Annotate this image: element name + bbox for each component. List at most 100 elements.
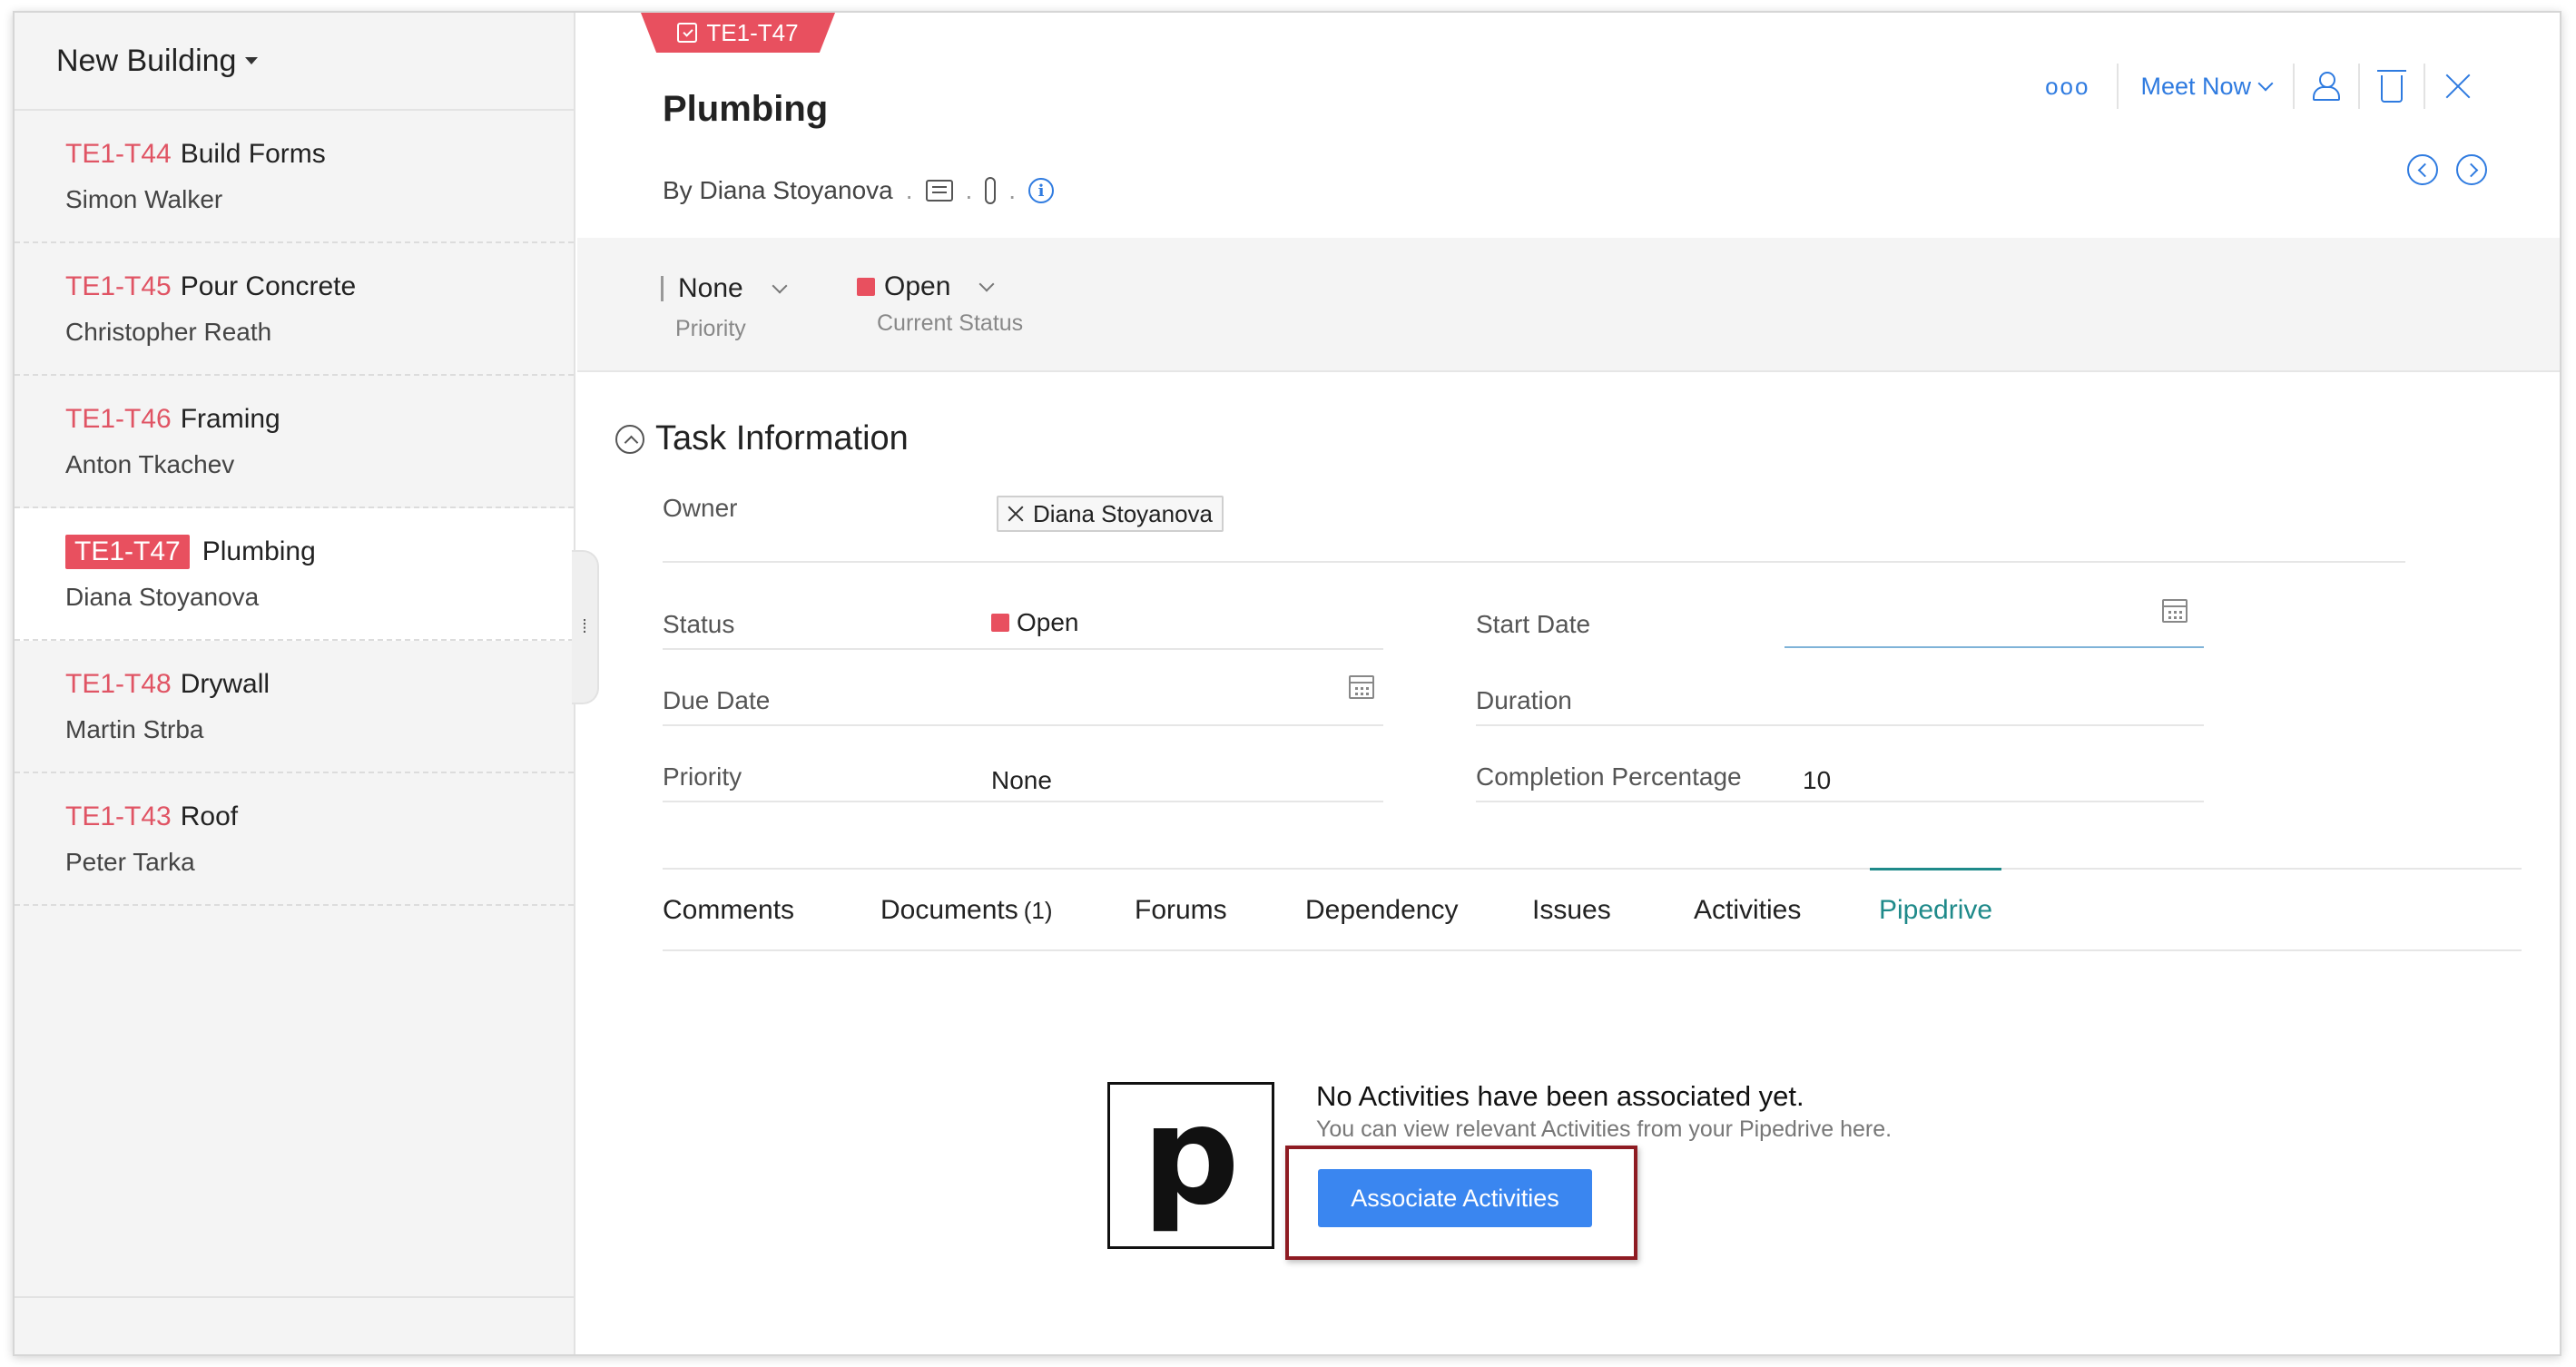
task-tag: TE1-T47 [641, 13, 835, 53]
info-icon[interactable]: i [1028, 178, 1055, 203]
calendar-icon[interactable] [2162, 599, 2188, 623]
collapse-icon [615, 424, 644, 454]
field-underline [663, 801, 1383, 802]
meet-now-label: Meet Now [2140, 72, 2251, 100]
close-icon [2443, 72, 2473, 101]
task-list: TE1-T44 Build Forms Simon Walker TE1-T45 P… [15, 111, 574, 906]
field-underline [663, 724, 1383, 726]
task-tag-id: TE1-T47 [706, 18, 799, 46]
pipedrive-logo: p [1107, 1082, 1274, 1249]
task-owner: Peter Tarka [65, 848, 195, 876]
status-field-label: Status [663, 610, 735, 638]
task-title: Build Forms [180, 139, 326, 169]
separator-dot: . [1008, 176, 1017, 204]
comment-icon[interactable] [925, 180, 953, 202]
caret-down-icon [245, 57, 259, 64]
task-title: Drywall [180, 669, 270, 699]
tab-label: Issues [1532, 895, 1611, 925]
field-underline [663, 648, 1383, 650]
task-list-item-selected[interactable]: TE1-T47 Plumbing Diana Stoyanova [15, 508, 574, 641]
priority-value: None [678, 273, 743, 303]
tab-label: Activities [1694, 895, 1802, 925]
priority-indicator-icon [661, 276, 664, 301]
divider [663, 561, 2405, 563]
priority-label: Priority [675, 316, 746, 341]
sidebar-footer [15, 1296, 574, 1354]
task-title: Pour Concrete [180, 271, 357, 301]
task-title: Plumbing [202, 536, 316, 566]
owner-chip[interactable]: Diana Stoyanova [997, 496, 1224, 532]
task-id: TE1-T46 [65, 404, 172, 434]
chevron-down-icon [772, 278, 788, 294]
task-list-item[interactable]: TE1-T44 Build Forms Simon Walker [15, 111, 574, 243]
task-list-item[interactable]: TE1-T45 Pour Concrete Christopher Reath [15, 243, 574, 376]
task-id: TE1-T44 [65, 139, 172, 169]
task-id: TE1-T45 [65, 271, 172, 301]
status-field[interactable]: Open [991, 608, 1079, 637]
task-id: TE1-T43 [65, 802, 172, 831]
delete-task-button[interactable] [2360, 64, 2425, 109]
more-options-icon[interactable]: ooo [2018, 73, 2117, 101]
project-name: New Building [56, 43, 237, 78]
completion-percentage-value[interactable]: 10 [1803, 766, 1831, 795]
start-date-underline [1785, 646, 2204, 648]
owner-value: Diana Stoyanova [1033, 499, 1214, 527]
tab-issues[interactable]: Issues [1532, 870, 1611, 951]
task-owner: Diana Stoyanova [65, 583, 260, 611]
previous-task-icon[interactable] [2407, 154, 2438, 185]
task-navigation [2407, 154, 2487, 185]
tab-activities[interactable]: Activities [1694, 870, 1801, 951]
empty-state-title: No Activities have been associated yet. [1316, 1080, 1804, 1112]
chevron-down-icon [2257, 75, 2274, 92]
task-list-sidebar: New Building TE1-T44 Build Forms Simon Wa… [15, 13, 575, 1354]
priority-dropdown[interactable]: None Priority [661, 270, 788, 342]
byline-text: By Diana Stoyanova [663, 176, 893, 205]
tab-pipedrive[interactable]: Pipedrive [1870, 868, 2002, 949]
meet-now-button[interactable]: Meet Now [2117, 64, 2295, 109]
task-title-heading[interactable]: Plumbing [663, 89, 828, 130]
close-panel-button[interactable] [2425, 64, 2491, 109]
tab-comments[interactable]: Comments [663, 870, 794, 951]
project-selector[interactable]: New Building [15, 13, 574, 111]
task-owner: Christopher Reath [65, 318, 272, 346]
task-information-header[interactable]: Task Information [615, 419, 909, 458]
task-id: TE1-T48 [65, 669, 172, 699]
tab-label: Documents [880, 895, 1018, 925]
task-owner: Simon Walker [65, 185, 223, 213]
task-title: Roof [180, 802, 239, 831]
task-toolbar: ooo Meet Now [2018, 64, 2491, 109]
attachment-icon[interactable] [985, 177, 997, 204]
start-date-label: Start Date [1476, 610, 1591, 638]
empty-state-subtitle: You can view relevant Activities from yo… [1316, 1116, 1893, 1142]
field-underline [1476, 724, 2204, 726]
next-task-icon[interactable] [2456, 154, 2487, 185]
due-date-label: Due Date [663, 686, 771, 714]
task-list-item[interactable]: TE1-T48 Drywall Martin Strba [15, 641, 574, 773]
status-band: None Priority Open Current Status [577, 238, 2560, 372]
status-color-icon [857, 278, 875, 296]
tab-label: Pipedrive [1879, 894, 1993, 925]
by-prefix: By [663, 176, 693, 204]
separator-dot: . [965, 176, 973, 204]
status-dropdown[interactable]: Open Current Status [857, 269, 1023, 337]
section-title: Task Information [655, 419, 909, 457]
priority-field-value[interactable]: None [991, 766, 1052, 795]
separator-dot: . [905, 176, 913, 204]
associate-activities-button[interactable]: Associate Activities [1318, 1169, 1592, 1227]
task-byline: By Diana Stoyanova . . . i [663, 176, 1055, 205]
field-underline [1476, 801, 2204, 802]
status-label: Current Status [877, 310, 1024, 336]
remove-owner-icon[interactable] [1008, 506, 1024, 522]
tab-label: Dependency [1305, 895, 1459, 925]
completion-percentage-label: Completion Percentage [1476, 762, 1742, 791]
tab-forums[interactable]: Forums [1135, 870, 1227, 951]
assign-user-button[interactable] [2295, 64, 2360, 109]
tab-documents[interactable]: Documents (1) [880, 870, 1053, 951]
app-window: New Building TE1-T44 Build Forms Simon Wa… [13, 11, 2561, 1356]
task-list-item[interactable]: TE1-T46 Framing Anton Tkachev [15, 376, 574, 508]
task-list-item[interactable]: TE1-T43 Roof Peter Tarka [15, 773, 574, 906]
status-field-value: Open [1017, 608, 1079, 636]
calendar-icon[interactable] [1349, 675, 1374, 699]
user-icon [2313, 72, 2340, 101]
tab-dependency[interactable]: Dependency [1305, 870, 1458, 951]
